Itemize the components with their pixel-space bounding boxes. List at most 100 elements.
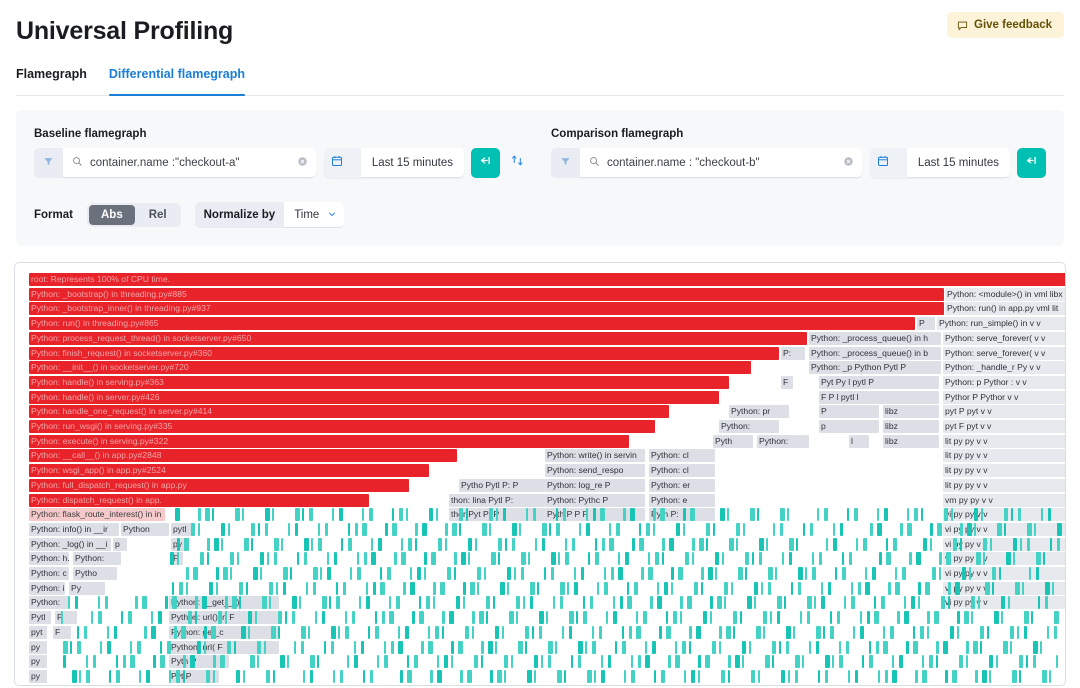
flamegraph-frame[interactable] (362, 508, 364, 521)
flamegraph-frame[interactable] (331, 641, 334, 654)
flamegraph-frame[interactable] (436, 508, 438, 521)
flamegraph-frame[interactable] (280, 655, 285, 668)
normalize-by-select[interactable]: Time (284, 202, 344, 228)
flamegraph-frame[interactable] (357, 552, 359, 565)
flamegraph-frame[interactable] (772, 655, 774, 668)
flamegraph-frame[interactable] (212, 508, 214, 521)
flamegraph-frame[interactable] (456, 596, 460, 609)
flamegraph-frame[interactable] (188, 611, 192, 624)
flamegraph-frame[interactable] (780, 523, 783, 536)
flamegraph-frame[interactable] (195, 611, 197, 624)
flamegraph-frame[interactable]: Python: run_simple() in v v (937, 317, 1066, 330)
flamegraph-frame[interactable] (248, 611, 252, 624)
flamegraph-frame[interactable] (542, 523, 547, 536)
flamegraph-frame[interactable] (362, 523, 367, 536)
flamegraph-frame[interactable] (1034, 523, 1036, 536)
flamegraph-frame[interactable]: Pyth P: (649, 508, 715, 521)
flamegraph-frame[interactable] (493, 596, 495, 609)
flamegraph-frame[interactable] (287, 655, 289, 668)
flamegraph-frame[interactable] (578, 641, 583, 654)
flamegraph-frame[interactable] (172, 596, 177, 609)
flamegraph-frame[interactable] (595, 552, 599, 565)
flamegraph-frame[interactable] (139, 670, 141, 683)
flamegraph-frame[interactable] (167, 641, 171, 654)
flamegraph-frame[interactable] (978, 596, 980, 609)
flamegraph-frame[interactable] (242, 508, 244, 521)
flamegraph-frame[interactable] (879, 552, 882, 565)
flamegraph-frame[interactable] (1033, 641, 1038, 654)
flamegraph-frame[interactable] (899, 655, 903, 668)
flamegraph-frame[interactable] (375, 611, 377, 624)
flamegraph-frame[interactable] (946, 552, 951, 565)
flamegraph-frame[interactable] (992, 582, 994, 595)
flamegraph-frame[interactable] (662, 552, 664, 565)
flamegraph-frame[interactable]: Python: _log() in __i (29, 538, 111, 551)
comparison-search-input[interactable]: container.name : "checkout-b" (580, 148, 862, 178)
flamegraph-frame[interactable] (207, 552, 209, 565)
flamegraph-frame[interactable] (706, 523, 710, 536)
flamegraph-frame[interactable] (893, 538, 897, 551)
flamegraph-frame[interactable] (209, 582, 213, 595)
flamegraph-frame[interactable] (86, 655, 88, 668)
flamegraph-frame[interactable] (604, 582, 608, 595)
flamegraph-frame[interactable] (498, 552, 500, 565)
flamegraph-frame[interactable] (255, 611, 257, 624)
flamegraph-frame[interactable]: Python: _process_queue() in h (809, 332, 941, 345)
flamegraph-frame[interactable] (964, 611, 969, 624)
flamegraph-frame[interactable] (407, 655, 409, 668)
flamegraph-frame[interactable] (1057, 523, 1062, 536)
flamegraph-frame[interactable] (1019, 670, 1021, 683)
flamegraph-frame[interactable] (876, 641, 879, 654)
flamegraph-frame[interactable] (295, 508, 300, 521)
give-feedback-button[interactable]: Give feedback (947, 12, 1064, 38)
flamegraph-frame[interactable] (980, 626, 984, 639)
flamegraph-frame[interactable]: Python: (757, 435, 809, 448)
flamegraph-frame[interactable]: py (29, 670, 47, 683)
flamegraph-frame[interactable] (909, 552, 912, 565)
flamegraph-frame[interactable] (239, 596, 241, 609)
flamegraph-frame[interactable] (170, 552, 174, 565)
flamegraph-frame[interactable] (918, 596, 920, 609)
flamegraph-frame[interactable] (75, 596, 78, 609)
flamegraph-frame[interactable]: Python: _bootstrap_inner() in threading.… (29, 302, 944, 315)
flamegraph-frame[interactable] (643, 611, 647, 624)
flamegraph-frame[interactable] (507, 582, 509, 595)
flamegraph-frame[interactable] (966, 655, 968, 668)
flamegraph-frame[interactable] (294, 641, 296, 654)
flamegraph-frame[interactable] (221, 538, 223, 551)
flamegraph-frame[interactable] (883, 641, 888, 654)
flamegraph-frame[interactable] (121, 611, 123, 624)
flamegraph-frame[interactable] (276, 582, 278, 595)
flamegraph-frame[interactable] (960, 523, 963, 536)
flamegraph-frame[interactable] (532, 626, 534, 639)
flamegraph-frame[interactable]: Python: dispatch_request() in app. (29, 494, 369, 507)
flamegraph-frame[interactable] (786, 641, 789, 654)
flamegraph-frame[interactable] (638, 655, 641, 668)
flamegraph-frame[interactable] (377, 655, 379, 668)
flamegraph-frame[interactable] (676, 523, 680, 536)
flamegraph-frame[interactable] (817, 508, 819, 521)
flamegraph-frame[interactable] (950, 626, 954, 639)
flamegraph-frame[interactable] (463, 582, 466, 595)
flamegraph-frame[interactable] (347, 655, 349, 668)
flamegraph-frame[interactable] (467, 670, 472, 683)
flamegraph-frame[interactable] (370, 670, 373, 683)
flamegraph-frame[interactable] (569, 611, 574, 624)
flamegraph-frame[interactable] (698, 655, 701, 668)
flamegraph-frame[interactable] (930, 523, 933, 536)
flamegraph-frame[interactable]: Python: serve_forever( v v (943, 347, 1066, 360)
flamegraph-frame[interactable] (451, 655, 453, 668)
flamegraph-frame[interactable] (895, 567, 897, 580)
flamegraph-frame[interactable] (795, 655, 800, 668)
flamegraph-frame[interactable] (318, 523, 320, 536)
flamegraph-frame[interactable] (639, 538, 644, 551)
flamegraph-frame[interactable] (685, 552, 689, 565)
flamegraph-frame[interactable] (846, 641, 849, 654)
flamegraph-frame[interactable] (311, 538, 313, 551)
flamegraph-frame[interactable] (668, 655, 671, 668)
flamegraph-frame[interactable] (428, 626, 430, 639)
flamegraph-frame[interactable] (1048, 508, 1051, 521)
flamegraph-frame[interactable] (631, 670, 635, 683)
flamegraph-frame[interactable] (957, 611, 960, 624)
flamegraph-frame[interactable] (728, 670, 730, 683)
